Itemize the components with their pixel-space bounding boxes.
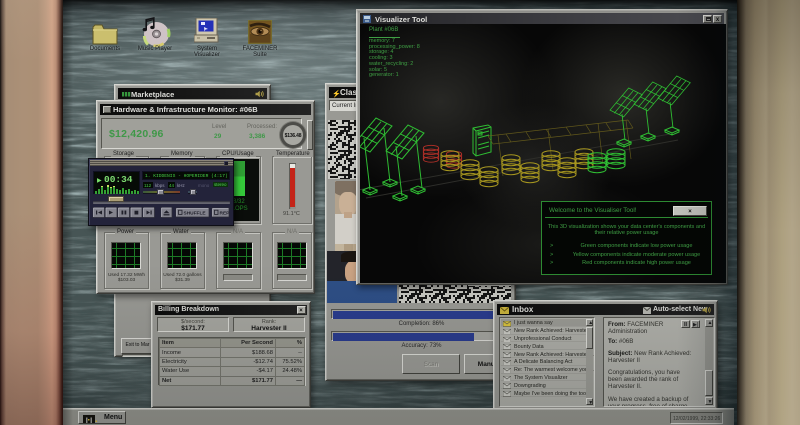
- svg-text:SHUFFLE: SHUFFLE: [184, 211, 207, 217]
- svg-text:REP: REP: [220, 211, 231, 217]
